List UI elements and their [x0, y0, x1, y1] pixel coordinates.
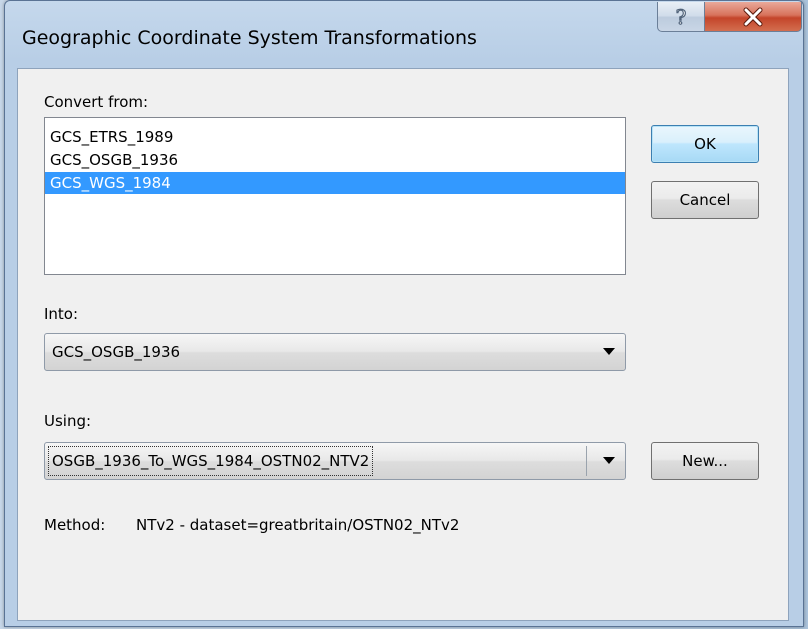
- into-label: Into:: [44, 305, 79, 323]
- convert-from-listbox[interactable]: GCS_ETRS_1989 GCS_OSGB_1936 GCS_WGS_1984: [44, 117, 626, 275]
- close-icon: [743, 7, 763, 26]
- help-icon: ?: [675, 5, 687, 29]
- method-value: NTv2 - dataset=greatbritain/OSTN02_NTv2: [136, 516, 460, 534]
- help-button[interactable]: ?: [657, 2, 705, 32]
- dialog-title: Geographic Coordinate System Transformat…: [22, 27, 477, 49]
- into-dropdown[interactable]: GCS_OSGB_1936: [44, 333, 626, 371]
- method-label: Method:: [44, 516, 106, 534]
- ok-button[interactable]: OK: [651, 125, 759, 163]
- dialog-client-area: Convert from: GCS_ETRS_1989 GCS_OSGB_193…: [17, 68, 789, 621]
- chevron-down-icon: [603, 457, 615, 464]
- close-button[interactable]: X: [704, 2, 802, 32]
- help-glyph: ?: [676, 5, 687, 29]
- using-label: Using:: [44, 412, 92, 430]
- chevron-down-icon: [603, 348, 615, 355]
- list-item-gcs-wgs-1984[interactable]: GCS_WGS_1984: [45, 172, 625, 194]
- list-item-gcs-etrs-1989[interactable]: GCS_ETRS_1989: [45, 126, 625, 148]
- list-item-gcs-osgb-1936[interactable]: GCS_OSGB_1936: [45, 149, 625, 171]
- new-transformation-button[interactable]: New...: [651, 442, 759, 480]
- using-dropdown[interactable]: OSGB_1936_To_WGS_1984_OSTN02_NTV2: [44, 442, 626, 480]
- using-dropdown-value: OSGB_1936_To_WGS_1984_OSTN02_NTV2: [47, 446, 374, 476]
- into-dropdown-value: GCS_OSGB_1936: [52, 343, 181, 361]
- cancel-button[interactable]: Cancel: [651, 181, 759, 219]
- dialog-window: Geographic Coordinate System Transformat…: [4, 0, 804, 627]
- convert-from-items: GCS_ETRS_1989 GCS_OSGB_1936 GCS_WGS_1984: [45, 118, 625, 194]
- dropdown-separator: [586, 446, 587, 476]
- convert-from-label: Convert from:: [44, 93, 149, 111]
